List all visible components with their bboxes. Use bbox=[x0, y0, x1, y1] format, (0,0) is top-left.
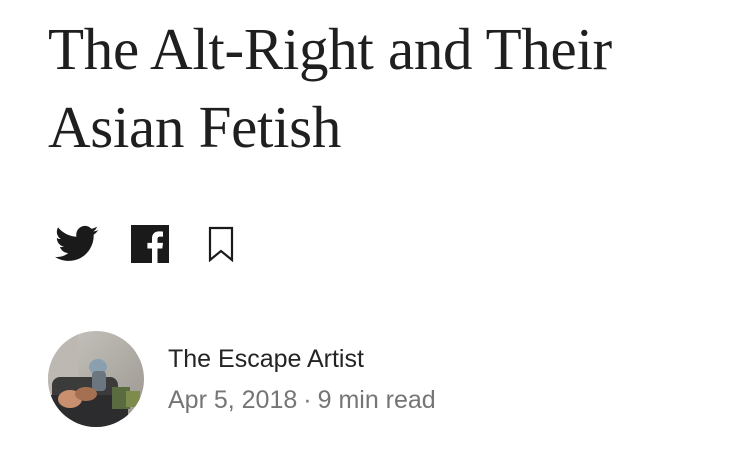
twitter-bird-icon bbox=[55, 225, 99, 261]
bookmark-icon bbox=[208, 226, 234, 262]
article-header: The Alt-Right and Their Asian Fetish bbox=[48, 10, 728, 166]
share-toolbar bbox=[54, 223, 236, 265]
bookmark-button[interactable] bbox=[206, 224, 236, 264]
facebook-share-button[interactable] bbox=[130, 224, 170, 264]
publish-date: Apr 5, 2018 bbox=[168, 385, 298, 414]
author-photo bbox=[48, 331, 144, 427]
author-byline: The Escape Artist Apr 5, 2018 · 9 min read bbox=[48, 331, 436, 427]
author-avatar[interactable] bbox=[48, 331, 144, 427]
facebook-f-icon bbox=[131, 225, 169, 263]
byline-text: The Escape Artist Apr 5, 2018 · 9 min read bbox=[168, 342, 436, 417]
read-time: 9 min read bbox=[317, 385, 436, 414]
article-meta: Apr 5, 2018 · 9 min read bbox=[168, 383, 436, 417]
meta-separator: · bbox=[303, 385, 312, 414]
article-title: The Alt-Right and Their Asian Fetish bbox=[48, 16, 612, 160]
twitter-share-button[interactable] bbox=[54, 224, 100, 264]
author-name-link[interactable]: The Escape Artist bbox=[168, 342, 436, 376]
